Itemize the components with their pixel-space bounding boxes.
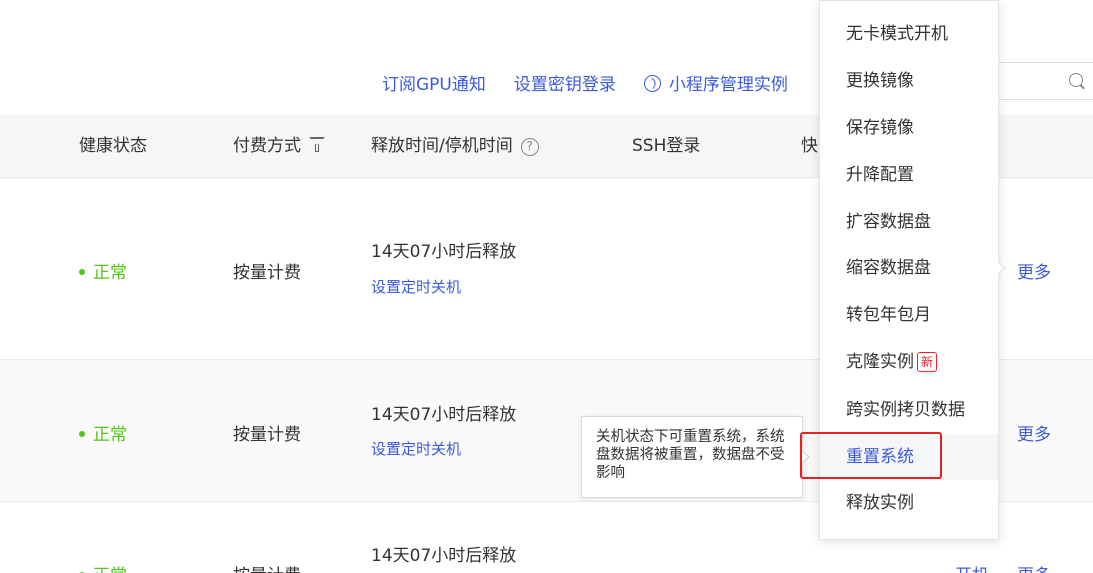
menu-item-shrink-disk[interactable]: 缩容数据盘 [820, 245, 998, 291]
header-billing-label: 付费方式 [233, 136, 301, 156]
billing-cell: 按量计费 [233, 263, 301, 283]
menu-item-clone-instance[interactable]: 克隆实例新 [820, 339, 998, 385]
release-time: 14天07小时后释放 [371, 405, 517, 425]
menu-item-change-image[interactable]: 更换镜像 [820, 58, 998, 104]
menu-item-release-instance[interactable]: 释放实例 [820, 480, 998, 526]
more-button[interactable]: 更多 [1017, 258, 1051, 283]
start-button[interactable]: 开机 [955, 561, 989, 573]
more-button[interactable]: 更多 [1017, 420, 1051, 445]
header-quick: 快 [801, 136, 818, 156]
search-icon[interactable] [1069, 73, 1083, 87]
status-label: 正常 [93, 425, 127, 445]
status-label: 正常 [93, 566, 127, 573]
release-time: 14天07小时后释放 [371, 242, 517, 262]
submenu-arrow [997, 261, 1008, 275]
filter-icon[interactable] [309, 136, 325, 152]
menu-item-convert-subscription[interactable]: 转包年包月 [820, 292, 998, 338]
help-icon[interactable]: ? [520, 138, 539, 156]
menu-item-expand-disk[interactable]: 扩容数据盘 [820, 199, 998, 245]
miniprogram-manage-link[interactable]: 小程序管理实例 [643, 70, 788, 95]
miniprogram-icon [643, 74, 661, 92]
status-badge: 正常 [79, 258, 127, 283]
more-button[interactable]: 更多 [1017, 561, 1051, 573]
reset-system-tooltip: 关机状态下可重置系统，系统盘数据将被重置，数据盘不受影响 [581, 416, 803, 498]
billing-cell: 按量计费 [233, 561, 301, 573]
header-release-time: 释放时间/停机时间? [371, 115, 539, 178]
clone-instance-label: 克隆实例 [846, 352, 914, 372]
release-time: 14天07小时后释放 [371, 546, 517, 566]
status-label: 正常 [93, 263, 127, 283]
new-badge: 新 [917, 352, 937, 372]
set-timed-shutdown-link[interactable]: 设置定时关机 [371, 438, 461, 459]
header-ssh: SSH登录 [632, 136, 701, 156]
more-actions-menu: 无卡模式开机 更换镜像 保存镜像 升降配置 扩容数据盘 缩容数据盘 转包年包月 … [819, 0, 999, 540]
set-key-login-link[interactable]: 设置密钥登录 [514, 70, 616, 95]
menu-item-cardless-boot[interactable]: 无卡模式开机 [820, 11, 998, 57]
status-dot [79, 269, 85, 275]
header-billing[interactable]: 付费方式 [233, 115, 325, 178]
status-badge: 正常 [79, 561, 127, 573]
miniprogram-manage-label: 小程序管理实例 [668, 74, 788, 95]
tooltip-arrow [801, 450, 812, 464]
menu-item-reset-system[interactable]: 重置系统 [820, 434, 998, 480]
header-release-label: 释放时间/停机时间 [371, 136, 513, 156]
billing-cell: 按量计费 [233, 425, 301, 445]
menu-item-cross-instance-copy[interactable]: 跨实例拷贝数据 [820, 387, 998, 433]
toolbar-links: 订阅GPU通知 设置密钥登录 小程序管理实例 [382, 70, 788, 95]
set-timed-shutdown-link[interactable]: 设置定时关机 [371, 276, 461, 297]
status-badge: 正常 [79, 420, 127, 445]
status-dot [79, 431, 85, 437]
header-health: 健康状态 [79, 136, 147, 156]
subscribe-gpu-link[interactable]: 订阅GPU通知 [382, 70, 486, 95]
menu-item-resize-config[interactable]: 升降配置 [820, 152, 998, 198]
menu-item-save-image[interactable]: 保存镜像 [820, 105, 998, 151]
